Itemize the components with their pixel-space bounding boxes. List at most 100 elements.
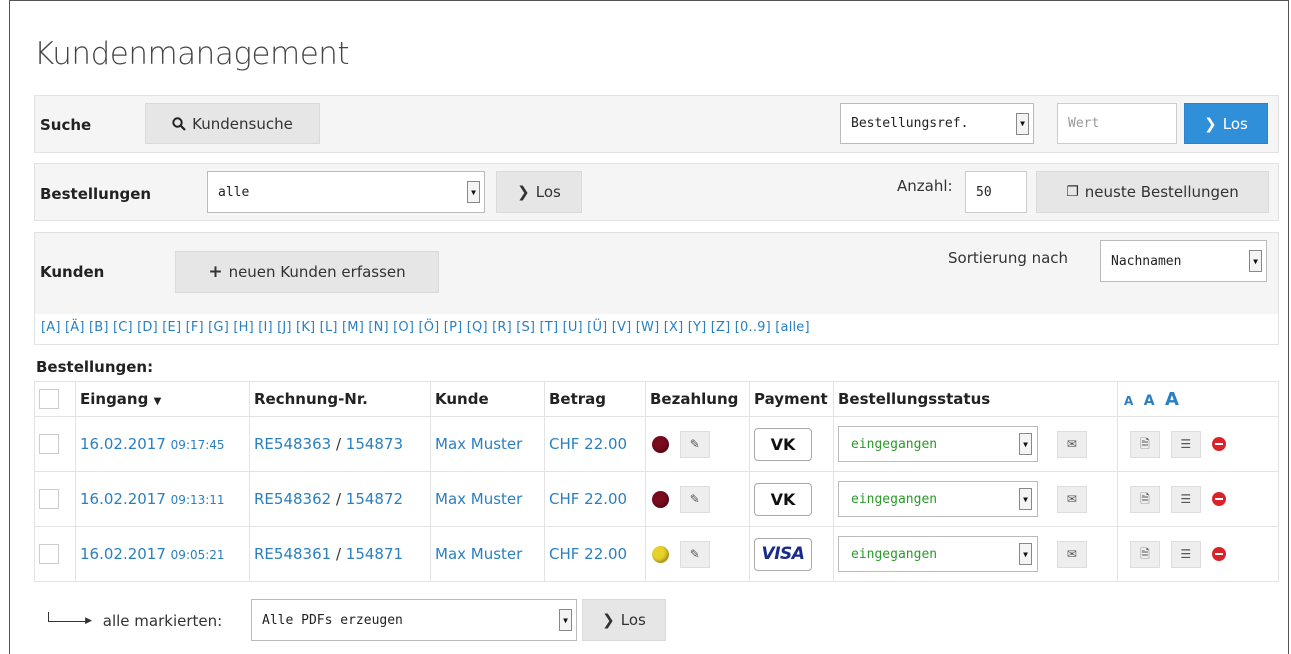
letter-filter-link[interactable]: [U] — [563, 320, 583, 335]
letter-filter-link[interactable]: [0..9] — [735, 320, 771, 335]
letter-filter-link[interactable]: [D] — [137, 320, 158, 335]
row-checkbox[interactable] — [39, 544, 59, 564]
letter-filter-link[interactable]: [A] — [41, 320, 61, 335]
letter-filter-link[interactable]: [B] — [89, 320, 109, 335]
pdf-button[interactable]: 🗎 — [1130, 430, 1160, 458]
select-all-checkbox[interactable] — [39, 389, 59, 409]
letter-filter-link[interactable]: [H] — [233, 320, 254, 335]
copy-icon: ❐ — [1066, 184, 1079, 200]
invoice-link[interactable]: RE548361 — [254, 545, 331, 563]
latest-orders-button[interactable]: ❐ neuste Bestellungen — [1036, 171, 1269, 213]
customer-link[interactable]: Max Muster — [435, 545, 522, 563]
new-customer-button[interactable]: + neuen Kunden erfassen — [175, 251, 439, 293]
letter-filter-link[interactable]: [N] — [368, 320, 388, 335]
order-date-link[interactable]: 16.02.2017 09:05:21 — [80, 545, 225, 563]
count-input[interactable]: 50 — [965, 171, 1027, 213]
edit-payment-button[interactable]: ✎ — [679, 540, 710, 568]
order-status-select[interactable]: eingegangen ▼ — [838, 481, 1038, 517]
letter-filter-link[interactable]: [R] — [492, 320, 512, 335]
amount-link[interactable]: CHF 22.00 — [549, 435, 627, 453]
letter-filter-link[interactable]: [Y] — [688, 320, 707, 335]
customer-link[interactable]: Max Muster — [435, 490, 522, 508]
bulk-action-row: ▶ alle markierten: — [48, 612, 222, 630]
letter-filter-link[interactable]: [Q] — [467, 320, 488, 335]
search-value-input[interactable]: Wert — [1057, 103, 1177, 144]
row-checkbox[interactable] — [39, 434, 59, 454]
order-number-link[interactable]: 154873 — [346, 435, 403, 453]
font-size-small[interactable]: A — [1124, 394, 1133, 408]
letter-filter-link[interactable]: [O] — [393, 320, 414, 335]
header-bezahlung: Bezahlung — [645, 381, 750, 417]
edit-payment-button[interactable]: ✎ — [679, 430, 710, 458]
letter-filter-link[interactable]: [Ö] — [418, 320, 439, 335]
letter-filter-link[interactable]: [Ä] — [65, 320, 85, 335]
header-payment: Payment — [749, 381, 834, 417]
letter-filter-link[interactable]: [I] — [258, 320, 273, 335]
customer-search-button[interactable]: Kundensuche — [145, 103, 320, 144]
letter-filter-link[interactable]: [F] — [186, 320, 204, 335]
font-size-large[interactable]: A — [1165, 389, 1179, 410]
letter-filter-link[interactable]: [M] — [342, 320, 364, 335]
send-email-button[interactable]: ✉ — [1056, 430, 1087, 458]
letter-filter-link[interactable]: [S] — [516, 320, 535, 335]
letter-filter-link[interactable]: [T] — [540, 320, 559, 335]
search-field-select[interactable]: Bestellungsref. ▼ — [840, 103, 1034, 144]
letter-filter-link[interactable]: [Z] — [711, 320, 731, 335]
details-button[interactable]: ☰ — [1170, 540, 1201, 568]
letter-filter-link[interactable]: [X] — [664, 320, 684, 335]
letter-filter-link[interactable]: [G] — [208, 320, 229, 335]
latest-orders-label: neuste Bestellungen — [1084, 183, 1239, 201]
amount-link[interactable]: CHF 22.00 — [549, 490, 627, 508]
sort-value: Nachnamen — [1111, 253, 1182, 269]
letter-filter-link[interactable]: [alle] — [775, 320, 810, 335]
order-date-link[interactable]: 16.02.2017 09:13:11 — [80, 490, 225, 508]
header-status: Bestellungsstatus — [833, 381, 1118, 417]
letter-filter-link[interactable]: [P] — [444, 320, 463, 335]
pdf-button[interactable]: 🗎 — [1130, 485, 1160, 513]
amount-link[interactable]: CHF 22.00 — [549, 545, 627, 563]
letter-filter-link[interactable]: [Ü] — [587, 320, 607, 335]
details-button[interactable]: ☰ — [1170, 430, 1201, 458]
order-number-link[interactable]: 154871 — [346, 545, 403, 563]
search-field-value: Bestellungsref. — [851, 116, 969, 131]
delete-icon[interactable] — [1211, 547, 1226, 561]
send-email-button[interactable]: ✉ — [1056, 540, 1087, 568]
orders-filter-select[interactable]: alle ▼ — [207, 171, 485, 213]
send-email-button[interactable]: ✉ — [1056, 485, 1087, 513]
order-status-select[interactable]: eingegangen ▼ — [838, 536, 1038, 572]
letter-filter-link[interactable]: [J] — [277, 320, 292, 335]
customer-link[interactable]: Max Muster — [435, 435, 522, 453]
bulk-go-label: Los — [620, 611, 646, 629]
invoice-link[interactable]: RE548363 — [254, 435, 331, 453]
letter-filter-link[interactable]: [V] — [612, 320, 632, 335]
customer-search-label: Kundensuche — [192, 114, 293, 133]
order-status-select[interactable]: eingegangen ▼ — [838, 426, 1038, 462]
invoice-link[interactable]: RE548362 — [254, 490, 331, 508]
letter-filter-link[interactable]: [C] — [113, 320, 133, 335]
bulk-go-button[interactable]: ❯ Los — [582, 599, 666, 641]
orders-go-button[interactable]: ❯ Los — [496, 171, 582, 213]
delete-icon[interactable] — [1211, 437, 1226, 451]
letter-filter-link[interactable]: [E] — [162, 320, 181, 335]
payment-method-badge: VK — [754, 482, 812, 516]
list-icon: ☰ — [1180, 436, 1192, 451]
sort-select[interactable]: Nachnamen ▼ — [1100, 240, 1267, 282]
pdf-icon: 🗎 — [1140, 491, 1150, 506]
header-eingang[interactable]: Eingang ▼ — [75, 381, 250, 417]
row-checkbox[interactable] — [39, 489, 59, 509]
order-number-link[interactable]: 154872 — [346, 490, 403, 508]
bulk-action-select[interactable]: Alle PDFs erzeugen ▼ — [251, 599, 577, 641]
pdf-button[interactable]: 🗎 — [1130, 540, 1160, 568]
font-size-medium[interactable]: A — [1144, 393, 1155, 409]
letter-filter-link[interactable]: [W] — [636, 320, 660, 335]
letter-filter-link[interactable]: [K] — [296, 320, 315, 335]
invoice-separator: / — [335, 545, 342, 563]
order-date-link[interactable]: 16.02.2017 09:17:45 — [80, 435, 225, 453]
edit-payment-button[interactable]: ✎ — [679, 485, 710, 513]
details-button[interactable]: ☰ — [1170, 485, 1201, 513]
letter-filter-link[interactable]: [L] — [320, 320, 338, 335]
search-go-button[interactable]: ❯ Los — [1184, 103, 1268, 144]
edit-icon: ✎ — [689, 546, 700, 561]
delete-icon[interactable] — [1211, 492, 1226, 506]
table-row: 16.02.2017 09:13:11 RE548362 / 154872 Ma… — [34, 471, 1279, 527]
